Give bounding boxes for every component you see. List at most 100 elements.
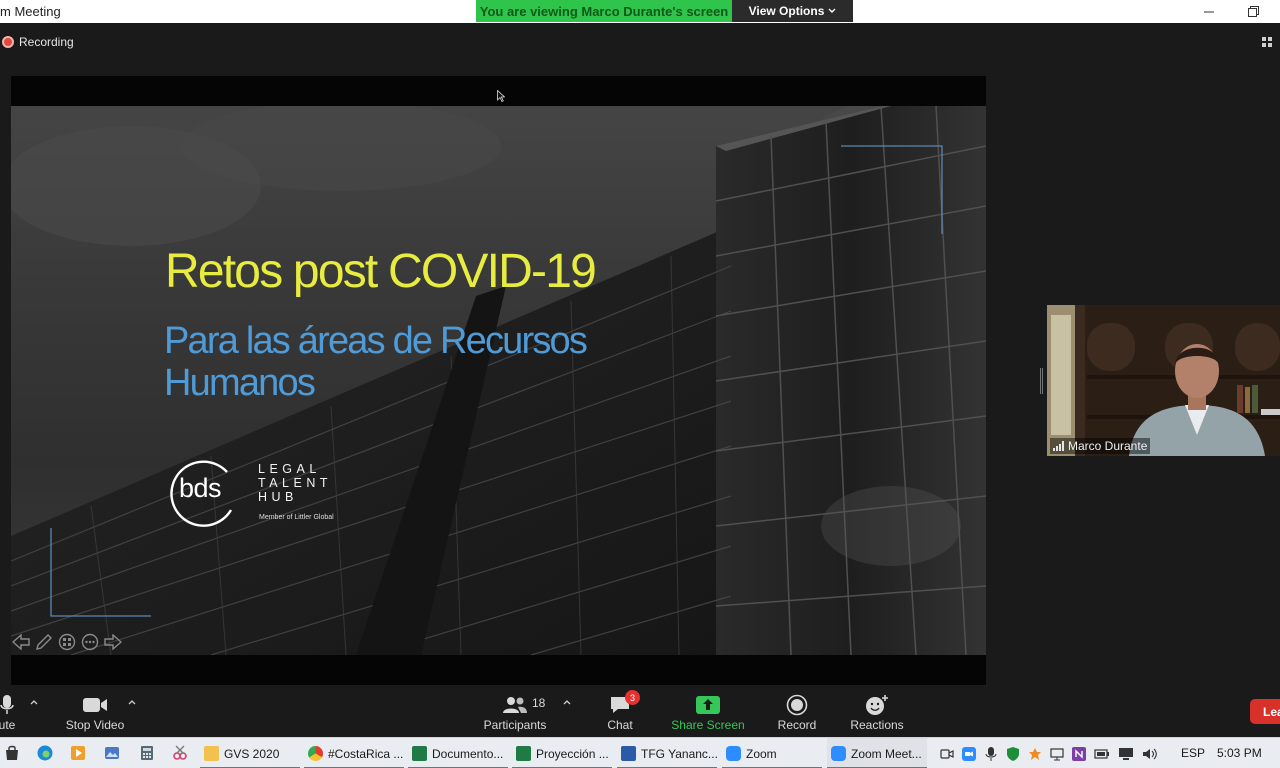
signal-strength-icon [1053,441,1064,451]
title-bar: m Meeting You are viewing Marco Durante'… [0,0,1280,23]
chevron-up-icon [563,700,571,705]
mute-label: ute [0,718,16,732]
taskbar-app-chrome[interactable]: #CostaRica ... [304,738,404,768]
participant-name-label: Marco Durante [1050,438,1151,454]
taskbar-app-label: TFG Yananc... [641,746,718,761]
pen-icon [36,634,52,650]
record-button[interactable]: Record [772,687,822,737]
record-icon [786,694,808,716]
chevron-up-icon [30,700,38,705]
shared-screen[interactable]: Retos post COVID-19 Para las áreas de Re… [11,76,986,685]
participants-options-caret[interactable] [563,697,571,708]
taskbar-app-label: Documento... [432,746,504,761]
photos-app-icon[interactable] [104,745,120,761]
zoom-icon [726,746,741,761]
meet-now-icon[interactable] [940,747,954,761]
logo-mark: bds [179,473,222,503]
microphone-icon [0,695,14,714]
stop-video-label: Stop Video [65,718,125,732]
reactions-button[interactable]: Reactions [846,687,908,737]
taskbar-app-gvs-2020[interactable]: GVS 2020 [200,738,300,768]
network-monitor-icon[interactable] [1050,747,1064,761]
slide-controls [11,633,123,651]
panel-splitter-handle[interactable] [1040,368,1043,394]
folder-icon [204,746,219,761]
slide-next-button[interactable] [103,633,123,651]
company-logo: bds LEGAL TALENT HUB Member of Littler G… [169,458,369,528]
word-icon [621,746,636,761]
calculator-icon[interactable] [139,745,155,761]
participants-count: 18 [532,696,546,710]
excel-icon [412,746,427,761]
chat-button[interactable]: 3 Chat [600,687,640,737]
participants-button[interactable]: 18 Participants [482,687,548,737]
antivirus-icon[interactable] [1028,747,1042,761]
participant-video-image [1047,305,1280,456]
taskbar-app-excel-proyeccion[interactable]: Proyección ... [512,738,612,768]
video-options-caret[interactable] [128,697,136,708]
chrome-icon [308,746,323,761]
taskbar-app-label: Zoom [746,746,777,761]
slide-see-all-button[interactable] [57,633,77,651]
video-camera-icon [83,698,107,712]
zoom-tray-icon[interactable] [962,746,976,761]
slide-prev-button[interactable] [11,633,31,651]
share-screen-button[interactable]: Share Screen [670,687,746,737]
os-taskbar: GVS 2020 #CostaRica ... Documento... Pro… [0,737,1280,768]
view-options-button[interactable]: View Options [732,0,853,22]
share-screen-label: Share Screen [671,718,745,732]
restore-button[interactable] [1230,0,1276,23]
edge-browser-icon[interactable] [37,745,53,761]
minimize-button[interactable] [1186,0,1232,23]
chat-label: Chat [607,718,633,732]
arrow-left-icon [12,634,30,650]
battery-icon[interactable] [1094,747,1110,761]
slide-title: Retos post COVID-19 [165,245,597,298]
taskbar-app-word-tfg[interactable]: TFG Yananc... [617,738,718,768]
zoom-icon [831,746,846,761]
volume-icon[interactable] [1142,747,1158,761]
logo-line-hub: HUB [258,490,298,504]
media-player-icon[interactable] [70,745,86,761]
slide-subtitle: Para las áreas de Recursos Humanos [164,320,588,404]
participants-icon [503,697,527,713]
system-clock[interactable]: 5:03 PM [1217,746,1262,760]
share-screen-icon [696,696,720,714]
store-bag-icon[interactable] [4,745,20,761]
leave-label: Lea [1263,704,1280,719]
more-options-icon [81,633,99,651]
gallery-view-icon[interactable] [1262,37,1272,47]
meeting-toolbar: ute Stop Video 18 Participants 3 Chat Sh… [0,687,1280,737]
chevron-down-icon [828,8,836,13]
participant-video-tile[interactable]: Marco Durante [1047,305,1280,456]
recording-label: Recording [19,35,74,49]
view-options-label: View Options [748,4,825,18]
slide-options-button[interactable] [80,633,100,651]
onenote-icon[interactable] [1072,746,1086,761]
logo-member-text: Member of Littler Global [259,514,334,521]
snipping-tool-icon[interactable] [172,745,188,761]
slide-pen-button[interactable] [34,633,54,651]
mute-button[interactable]: ute [0,687,22,737]
participant-name: Marco Durante [1068,439,1148,453]
display-icon[interactable] [1118,747,1134,761]
taskbar-app-label: GVS 2020 [224,746,280,761]
audio-options-caret[interactable] [30,697,38,708]
taskbar-app-zoom[interactable]: Zoom [722,738,822,768]
record-dot-icon [2,36,14,48]
leave-meeting-button[interactable]: Lea [1250,699,1280,724]
logo-line-talent: TALENT [258,476,332,490]
taskbar-app-zoom-meeting[interactable]: Zoom Meet... [827,738,927,768]
taskbar-app-excel-documento[interactable]: Documento... [408,738,508,768]
stop-video-button[interactable]: Stop Video [60,687,130,737]
input-language[interactable]: ESP [1181,746,1205,760]
logo-wordmark: LEGAL TALENT HUB [258,462,332,504]
participants-label: Participants [483,718,547,732]
microphone-tray-icon[interactable] [984,746,998,761]
slides-grid-icon [58,633,76,651]
security-shield-icon[interactable] [1006,746,1020,761]
recording-indicator[interactable]: Recording [2,35,74,49]
record-label: Record [777,718,817,732]
viewing-banner-text: You are viewing Marco Durante's screen [479,3,729,19]
minimize-icon [1204,11,1214,12]
